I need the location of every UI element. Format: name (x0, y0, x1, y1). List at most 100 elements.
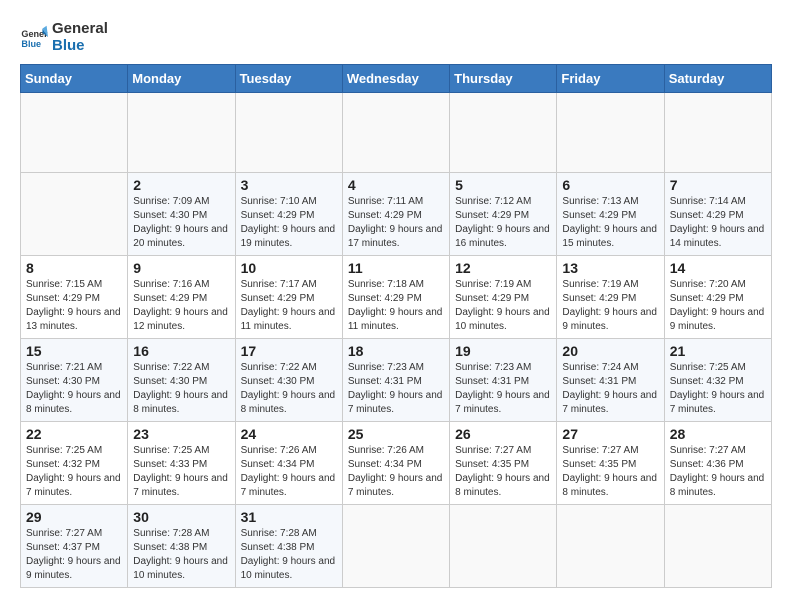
calendar-cell (21, 173, 128, 256)
day-number: 18 (348, 343, 444, 359)
day-info: Sunrise: 7:13 AM Sunset: 4:29 PM Dayligh… (562, 195, 658, 251)
day-info: Sunrise: 7:17 AM Sunset: 4:29 PM Dayligh… (241, 278, 337, 334)
calendar-cell (664, 505, 771, 588)
calendar-cell: 27 Sunrise: 7:27 AM Sunset: 4:35 PM Dayl… (557, 422, 664, 505)
calendar-cell: 7 Sunrise: 7:14 AM Sunset: 4:29 PM Dayli… (664, 173, 771, 256)
calendar-body: 2 Sunrise: 7:09 AM Sunset: 4:30 PM Dayli… (21, 93, 772, 588)
day-info: Sunrise: 7:14 AM Sunset: 4:29 PM Dayligh… (670, 195, 766, 251)
day-info: Sunrise: 7:19 AM Sunset: 4:29 PM Dayligh… (455, 278, 551, 334)
day-number: 13 (562, 260, 658, 276)
calendar-cell (235, 93, 342, 173)
weekday-header-row: SundayMondayTuesdayWednesdayThursdayFrid… (21, 65, 772, 93)
day-number: 22 (26, 426, 122, 442)
calendar-table: SundayMondayTuesdayWednesdayThursdayFrid… (20, 64, 772, 588)
logo: General Blue General Blue (20, 20, 108, 54)
calendar-cell: 6 Sunrise: 7:13 AM Sunset: 4:29 PM Dayli… (557, 173, 664, 256)
day-info: Sunrise: 7:27 AM Sunset: 4:36 PM Dayligh… (670, 444, 766, 500)
calendar-cell: 28 Sunrise: 7:27 AM Sunset: 4:36 PM Dayl… (664, 422, 771, 505)
day-info: Sunrise: 7:23 AM Sunset: 4:31 PM Dayligh… (455, 361, 551, 417)
day-number: 28 (670, 426, 766, 442)
day-info: Sunrise: 7:11 AM Sunset: 4:29 PM Dayligh… (348, 195, 444, 251)
day-number: 17 (241, 343, 337, 359)
day-number: 15 (26, 343, 122, 359)
calendar-cell: 16 Sunrise: 7:22 AM Sunset: 4:30 PM Dayl… (128, 339, 235, 422)
calendar-cell: 30 Sunrise: 7:28 AM Sunset: 4:38 PM Dayl… (128, 505, 235, 588)
calendar-cell: 23 Sunrise: 7:25 AM Sunset: 4:33 PM Dayl… (128, 422, 235, 505)
day-number: 14 (670, 260, 766, 276)
day-number: 31 (241, 509, 337, 525)
day-number: 8 (26, 260, 122, 276)
weekday-header-friday: Friday (557, 65, 664, 93)
calendar-cell: 25 Sunrise: 7:26 AM Sunset: 4:34 PM Dayl… (342, 422, 449, 505)
day-info: Sunrise: 7:23 AM Sunset: 4:31 PM Dayligh… (348, 361, 444, 417)
logo-name-blue: Blue (52, 37, 108, 54)
day-number: 30 (133, 509, 229, 525)
day-info: Sunrise: 7:19 AM Sunset: 4:29 PM Dayligh… (562, 278, 658, 334)
calendar-cell: 20 Sunrise: 7:24 AM Sunset: 4:31 PM Dayl… (557, 339, 664, 422)
weekday-header-wednesday: Wednesday (342, 65, 449, 93)
calendar-cell (342, 505, 449, 588)
header: General Blue General Blue (20, 20, 772, 54)
day-info: Sunrise: 7:28 AM Sunset: 4:38 PM Dayligh… (133, 527, 229, 583)
day-number: 20 (562, 343, 658, 359)
day-number: 12 (455, 260, 551, 276)
day-number: 11 (348, 260, 444, 276)
calendar-week-3: 15 Sunrise: 7:21 AM Sunset: 4:30 PM Dayl… (21, 339, 772, 422)
weekday-header-sunday: Sunday (21, 65, 128, 93)
day-number: 25 (348, 426, 444, 442)
day-info: Sunrise: 7:12 AM Sunset: 4:29 PM Dayligh… (455, 195, 551, 251)
day-number: 10 (241, 260, 337, 276)
calendar-cell: 12 Sunrise: 7:19 AM Sunset: 4:29 PM Dayl… (450, 256, 557, 339)
weekday-header-monday: Monday (128, 65, 235, 93)
calendar-cell (450, 93, 557, 173)
calendar-cell: 13 Sunrise: 7:19 AM Sunset: 4:29 PM Dayl… (557, 256, 664, 339)
day-number: 4 (348, 177, 444, 193)
day-info: Sunrise: 7:25 AM Sunset: 4:32 PM Dayligh… (26, 444, 122, 500)
calendar-cell: 18 Sunrise: 7:23 AM Sunset: 4:31 PM Dayl… (342, 339, 449, 422)
logo-name-general: General (52, 20, 108, 37)
weekday-header-saturday: Saturday (664, 65, 771, 93)
weekday-header-thursday: Thursday (450, 65, 557, 93)
day-info: Sunrise: 7:18 AM Sunset: 4:29 PM Dayligh… (348, 278, 444, 334)
calendar-cell: 10 Sunrise: 7:17 AM Sunset: 4:29 PM Dayl… (235, 256, 342, 339)
calendar-week-1: 2 Sunrise: 7:09 AM Sunset: 4:30 PM Dayli… (21, 173, 772, 256)
calendar-cell: 9 Sunrise: 7:16 AM Sunset: 4:29 PM Dayli… (128, 256, 235, 339)
day-number: 5 (455, 177, 551, 193)
calendar-cell: 5 Sunrise: 7:12 AM Sunset: 4:29 PM Dayli… (450, 173, 557, 256)
calendar-cell: 8 Sunrise: 7:15 AM Sunset: 4:29 PM Dayli… (21, 256, 128, 339)
logo-icon: General Blue (20, 23, 48, 51)
day-info: Sunrise: 7:24 AM Sunset: 4:31 PM Dayligh… (562, 361, 658, 417)
day-info: Sunrise: 7:10 AM Sunset: 4:29 PM Dayligh… (241, 195, 337, 251)
day-number: 19 (455, 343, 551, 359)
day-info: Sunrise: 7:15 AM Sunset: 4:29 PM Dayligh… (26, 278, 122, 334)
day-number: 16 (133, 343, 229, 359)
day-number: 7 (670, 177, 766, 193)
calendar-week-0 (21, 93, 772, 173)
day-info: Sunrise: 7:22 AM Sunset: 4:30 PM Dayligh… (241, 361, 337, 417)
day-info: Sunrise: 7:25 AM Sunset: 4:33 PM Dayligh… (133, 444, 229, 500)
day-info: Sunrise: 7:20 AM Sunset: 4:29 PM Dayligh… (670, 278, 766, 334)
calendar-cell: 24 Sunrise: 7:26 AM Sunset: 4:34 PM Dayl… (235, 422, 342, 505)
calendar-cell (664, 93, 771, 173)
calendar-cell: 14 Sunrise: 7:20 AM Sunset: 4:29 PM Dayl… (664, 256, 771, 339)
calendar-cell (557, 93, 664, 173)
day-number: 24 (241, 426, 337, 442)
day-number: 21 (670, 343, 766, 359)
day-info: Sunrise: 7:22 AM Sunset: 4:30 PM Dayligh… (133, 361, 229, 417)
calendar-week-4: 22 Sunrise: 7:25 AM Sunset: 4:32 PM Dayl… (21, 422, 772, 505)
calendar-week-2: 8 Sunrise: 7:15 AM Sunset: 4:29 PM Dayli… (21, 256, 772, 339)
calendar-cell: 22 Sunrise: 7:25 AM Sunset: 4:32 PM Dayl… (21, 422, 128, 505)
day-info: Sunrise: 7:27 AM Sunset: 4:35 PM Dayligh… (562, 444, 658, 500)
day-number: 27 (562, 426, 658, 442)
calendar-cell: 29 Sunrise: 7:27 AM Sunset: 4:37 PM Dayl… (21, 505, 128, 588)
calendar-cell: 4 Sunrise: 7:11 AM Sunset: 4:29 PM Dayli… (342, 173, 449, 256)
day-info: Sunrise: 7:28 AM Sunset: 4:38 PM Dayligh… (241, 527, 337, 583)
calendar-cell: 21 Sunrise: 7:25 AM Sunset: 4:32 PM Dayl… (664, 339, 771, 422)
day-info: Sunrise: 7:27 AM Sunset: 4:37 PM Dayligh… (26, 527, 122, 583)
day-info: Sunrise: 7:27 AM Sunset: 4:35 PM Dayligh… (455, 444, 551, 500)
day-number: 9 (133, 260, 229, 276)
day-number: 3 (241, 177, 337, 193)
calendar-cell: 31 Sunrise: 7:28 AM Sunset: 4:38 PM Dayl… (235, 505, 342, 588)
weekday-header-tuesday: Tuesday (235, 65, 342, 93)
day-info: Sunrise: 7:09 AM Sunset: 4:30 PM Dayligh… (133, 195, 229, 251)
